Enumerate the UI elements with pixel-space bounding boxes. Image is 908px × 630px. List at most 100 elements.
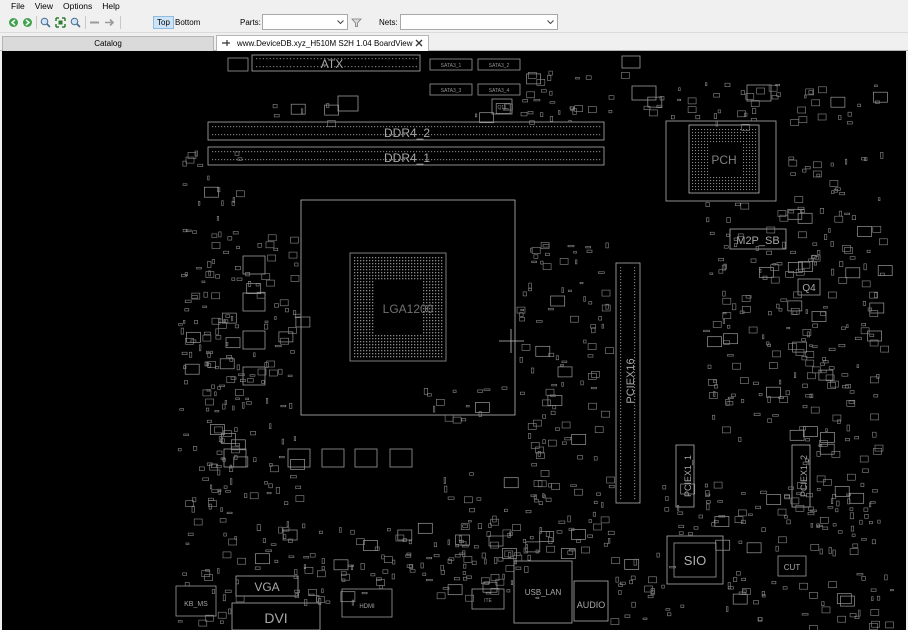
board-canvas[interactable]: ATX SATA3_1 SATA3_2 SATA3_3 SATA3_4 Q11 … [2, 51, 906, 630]
passive [308, 593, 315, 596]
ball [716, 138, 718, 140]
ball [698, 168, 700, 170]
land [354, 296, 356, 298]
ic [479, 112, 494, 124]
land [402, 278, 404, 280]
menu-file[interactable]: File [6, 0, 30, 13]
fit-icon[interactable] [55, 17, 66, 28]
passive [790, 250, 796, 254]
pin [320, 151, 322, 153]
pin [287, 134, 289, 136]
pin [440, 159, 442, 161]
passive [597, 271, 605, 274]
passive [567, 550, 574, 555]
ball [752, 156, 754, 158]
forward-icon[interactable] [22, 17, 33, 28]
menu-help[interactable]: Help [97, 0, 124, 13]
passive [473, 545, 479, 549]
ball [725, 183, 727, 185]
pin [449, 151, 451, 153]
passive [433, 542, 438, 548]
menu-view[interactable]: View [30, 0, 58, 13]
passive [698, 514, 703, 519]
land [414, 278, 416, 280]
passive [558, 520, 566, 524]
land [372, 290, 374, 292]
passive [820, 362, 825, 366]
land [357, 353, 359, 355]
cpu-socket-label: LGA1200 [383, 302, 434, 316]
pin [344, 151, 346, 153]
pin [302, 134, 304, 136]
ball [728, 183, 730, 185]
passive [191, 505, 195, 513]
ic [830, 96, 846, 108]
pin [620, 393, 622, 395]
land [366, 350, 368, 352]
pin [488, 159, 490, 161]
pin [307, 58, 309, 60]
pin [545, 151, 547, 153]
pin [362, 134, 364, 136]
back-icon[interactable] [8, 17, 19, 28]
pin [634, 444, 636, 446]
mosfet [242, 330, 266, 350]
passive [221, 200, 224, 206]
component [559, 258, 569, 265]
pin [599, 126, 601, 128]
pin [578, 159, 580, 161]
land [429, 341, 431, 343]
pin [311, 126, 313, 128]
ic [798, 261, 813, 272]
pin [620, 279, 622, 281]
land [399, 278, 401, 280]
land [372, 284, 374, 286]
pin-icon[interactable] [221, 38, 231, 48]
land [432, 335, 434, 337]
pin [437, 159, 439, 161]
land [411, 278, 413, 280]
passive [447, 539, 450, 546]
arrow-icon[interactable] [104, 17, 115, 28]
pin [236, 159, 238, 161]
pin [620, 438, 622, 440]
land [387, 263, 389, 265]
passive [802, 383, 808, 388]
pin [560, 134, 562, 136]
top-side-button[interactable]: Top [153, 16, 174, 29]
component [809, 591, 818, 599]
bottom-side-button[interactable]: Bottom [172, 16, 203, 29]
zoom-out-icon[interactable] [70, 17, 81, 28]
close-icon[interactable] [414, 38, 424, 48]
land [378, 341, 380, 343]
pin [634, 480, 636, 482]
pin [566, 151, 568, 153]
pin [452, 159, 454, 161]
passive [851, 215, 857, 220]
ic [488, 535, 504, 547]
pin [620, 405, 622, 407]
pin [449, 126, 451, 128]
pin [353, 151, 355, 153]
land [384, 272, 386, 274]
land [420, 257, 422, 259]
menu-options[interactable]: Options [58, 0, 97, 13]
tab-catalog[interactable]: Catalog [2, 36, 214, 51]
ball [692, 183, 694, 185]
nets-select[interactable] [400, 14, 558, 30]
minus-icon[interactable] [89, 17, 100, 28]
land [432, 290, 434, 292]
pin [300, 58, 302, 60]
tab-boardview[interactable]: www.DeviceDB.xyz_H510M S2H 1.04 BoardVie… [216, 35, 429, 51]
ball [692, 159, 694, 161]
nets-label: Nets: [379, 18, 398, 27]
parts-select[interactable] [262, 14, 348, 30]
filter-icon[interactable] [351, 17, 362, 28]
ball [692, 165, 694, 167]
zoom-in-icon[interactable] [40, 17, 51, 28]
component [740, 202, 750, 210]
pin [634, 459, 636, 461]
ball [752, 138, 754, 140]
component [261, 273, 271, 280]
board-drawing[interactable]: ATX SATA3_1 SATA3_2 SATA3_3 SATA3_4 Q11 … [2, 51, 906, 630]
